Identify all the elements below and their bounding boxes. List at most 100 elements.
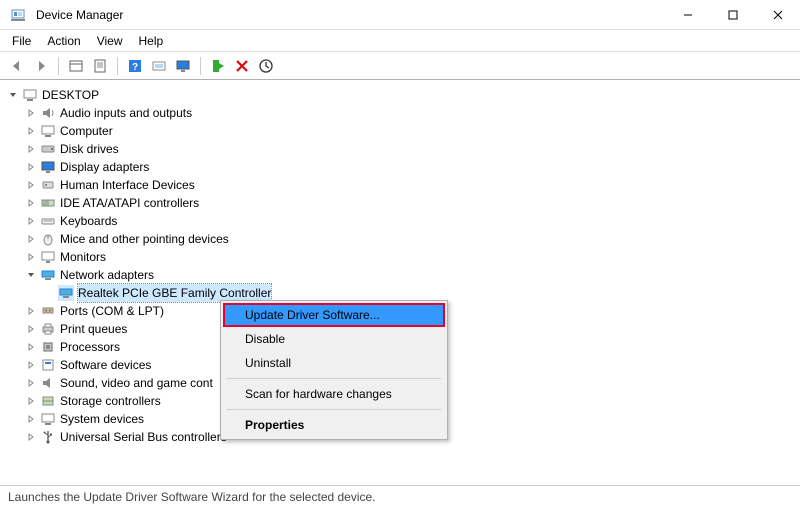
- tree-node-display[interactable]: Display adapters: [4, 158, 796, 176]
- tree-root-label: DESKTOP: [42, 86, 99, 104]
- titlebar: Device Manager: [0, 0, 800, 30]
- tree-node-audio[interactable]: Audio inputs and outputs: [4, 104, 796, 122]
- statusbar: Launches the Update Driver Software Wiza…: [0, 485, 800, 508]
- scan-button[interactable]: [148, 55, 170, 77]
- tree-root[interactable]: DESKTOP: [4, 86, 796, 104]
- tree-node-network[interactable]: Network adapters: [4, 266, 796, 284]
- minimize-button[interactable]: [665, 0, 710, 29]
- menubar: File Action View Help: [0, 30, 800, 52]
- separator: [227, 378, 441, 379]
- tree-node-label: Monitors: [60, 248, 106, 266]
- chevron-right-icon[interactable]: [24, 250, 38, 264]
- help-button[interactable]: ?: [124, 55, 146, 77]
- properties-button[interactable]: [89, 55, 111, 77]
- tree-node-label: System devices: [60, 410, 144, 428]
- tree-node-label: Keyboards: [60, 212, 117, 230]
- app-icon: [10, 7, 26, 23]
- tree-node-disk[interactable]: Disk drives: [4, 140, 796, 158]
- context-menu: Update Driver Software... Disable Uninst…: [220, 300, 448, 440]
- chevron-right-icon[interactable]: [24, 142, 38, 156]
- disk-icon: [40, 141, 56, 157]
- network-icon: [40, 267, 56, 283]
- keyboard-icon: [40, 213, 56, 229]
- show-hidden-button[interactable]: [65, 55, 87, 77]
- chevron-right-icon[interactable]: [24, 214, 38, 228]
- chevron-right-icon[interactable]: [24, 106, 38, 120]
- tree-node-label: Software devices: [60, 356, 151, 374]
- cpu-icon: [40, 339, 56, 355]
- context-update[interactable]: Update Driver Software...: [223, 303, 445, 327]
- toolbar: ?: [0, 52, 800, 80]
- chevron-right-icon[interactable]: [24, 340, 38, 354]
- software-icon: [40, 357, 56, 373]
- close-button[interactable]: [755, 0, 800, 29]
- network-adapter-icon: [58, 285, 74, 301]
- enable-button[interactable]: [207, 55, 229, 77]
- context-scan[interactable]: Scan for hardware changes: [223, 382, 445, 406]
- monitor-icon: [40, 249, 56, 265]
- tree-node-label: Storage controllers: [60, 392, 161, 410]
- chevron-right-icon[interactable]: [24, 178, 38, 192]
- display-button[interactable]: [172, 55, 194, 77]
- window-title: Device Manager: [36, 8, 123, 22]
- chevron-right-icon[interactable]: [24, 412, 38, 426]
- menu-action[interactable]: Action: [41, 32, 86, 50]
- printer-icon: [40, 321, 56, 337]
- chevron-right-icon[interactable]: [24, 160, 38, 174]
- computer-icon: [22, 87, 38, 103]
- back-button[interactable]: [6, 55, 28, 77]
- update-button[interactable]: [255, 55, 277, 77]
- context-uninstall[interactable]: Uninstall: [223, 351, 445, 375]
- chevron-right-icon[interactable]: [24, 232, 38, 246]
- tree-node-label: Human Interface Devices: [60, 176, 195, 194]
- chevron-right-icon[interactable]: [24, 322, 38, 336]
- tree-node-label: Mice and other pointing devices: [60, 230, 229, 248]
- tree-node-mice[interactable]: Mice and other pointing devices: [4, 230, 796, 248]
- tree-node-label: Network adapters: [60, 266, 154, 284]
- audio-icon: [40, 105, 56, 121]
- svg-text:?: ?: [132, 62, 138, 73]
- tree-node-label: IDE ATA/ATAPI controllers: [60, 194, 199, 212]
- chevron-right-icon[interactable]: [24, 304, 38, 318]
- tree-node-hid[interactable]: Human Interface Devices: [4, 176, 796, 194]
- menu-help[interactable]: Help: [133, 32, 170, 50]
- computer-icon: [40, 123, 56, 139]
- spacer: [42, 286, 56, 300]
- tree-node-monitors[interactable]: Monitors: [4, 248, 796, 266]
- tree-node-label: Processors: [60, 338, 120, 356]
- context-disable[interactable]: Disable: [223, 327, 445, 351]
- chevron-right-icon[interactable]: [24, 358, 38, 372]
- chevron-right-icon[interactable]: [24, 394, 38, 408]
- tree-node-label: Audio inputs and outputs: [60, 104, 192, 122]
- tree-node-label: Print queues: [60, 320, 127, 338]
- ide-icon: [40, 195, 56, 211]
- tree-node-label: Universal Serial Bus controllers: [60, 428, 227, 446]
- hid-icon: [40, 177, 56, 193]
- tree-node-label: Ports (COM & LPT): [60, 302, 164, 320]
- chevron-right-icon[interactable]: [24, 376, 38, 390]
- tree-node-keyboards[interactable]: Keyboards: [4, 212, 796, 230]
- chevron-right-icon[interactable]: [24, 196, 38, 210]
- maximize-button[interactable]: [710, 0, 755, 29]
- usb-icon: [40, 429, 56, 445]
- storage-icon: [40, 393, 56, 409]
- menu-view[interactable]: View: [91, 32, 129, 50]
- disable-button[interactable]: [231, 55, 253, 77]
- tree-node-label: Display adapters: [60, 158, 149, 176]
- tree-node-ide[interactable]: IDE ATA/ATAPI controllers: [4, 194, 796, 212]
- tree-node-label: Computer: [60, 122, 113, 140]
- mouse-icon: [40, 231, 56, 247]
- tree-node-computer[interactable]: Computer: [4, 122, 796, 140]
- chevron-down-icon[interactable]: [6, 88, 20, 102]
- display-icon: [40, 159, 56, 175]
- context-properties[interactable]: Properties: [223, 413, 445, 437]
- forward-button[interactable]: [30, 55, 52, 77]
- chevron-right-icon[interactable]: [24, 124, 38, 138]
- chevron-right-icon[interactable]: [24, 430, 38, 444]
- chevron-down-icon[interactable]: [24, 268, 38, 282]
- system-icon: [40, 411, 56, 427]
- menu-file[interactable]: File: [6, 32, 37, 50]
- tree-node-label: Sound, video and game cont: [60, 374, 213, 392]
- separator: [227, 409, 441, 410]
- tree-node-label: Disk drives: [60, 140, 119, 158]
